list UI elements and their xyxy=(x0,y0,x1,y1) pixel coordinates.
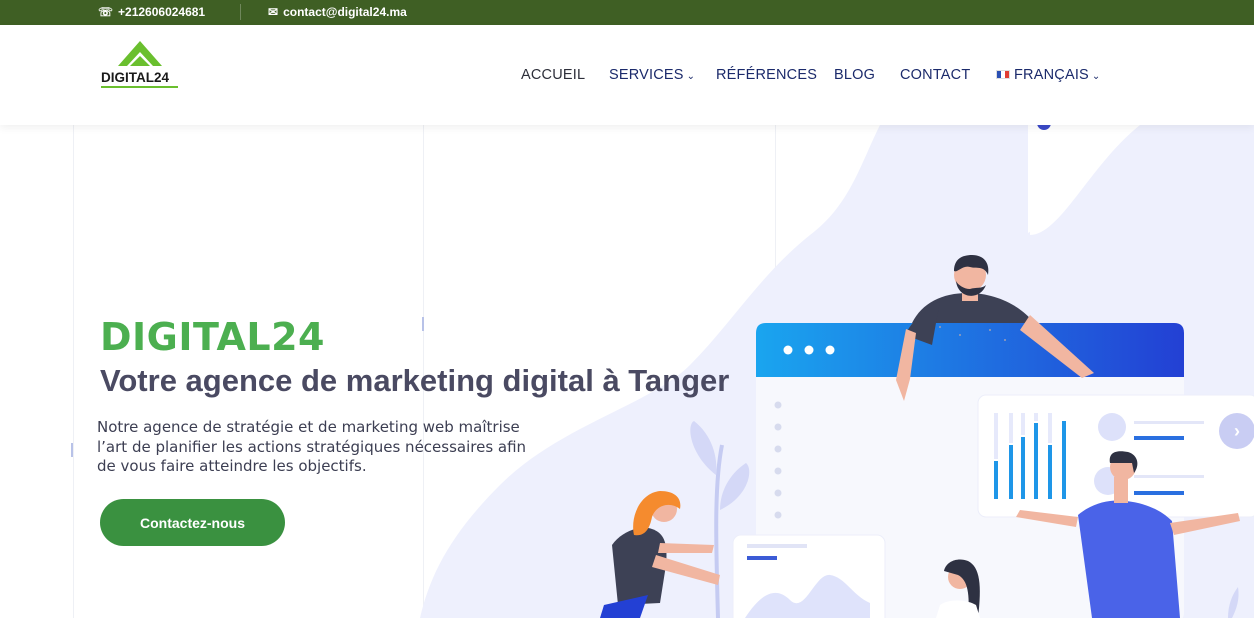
chevron-down-icon: ⌄ xyxy=(1091,71,1101,82)
phone-number: +212606024681 xyxy=(118,5,206,19)
nav-label: SERVICES xyxy=(609,67,684,83)
divider xyxy=(240,4,241,20)
phone-contact[interactable]: ☏ +212606024681 xyxy=(98,5,205,19)
nav-contact[interactable]: CONTACT xyxy=(900,67,970,83)
hero-section: DIGITAL24 Votre agence de marketing digi… xyxy=(0,125,1254,618)
phone-icon: ☏ xyxy=(98,5,114,19)
chevron-down-icon: ⌄ xyxy=(686,71,696,82)
nav-label: ACCUEIL xyxy=(521,67,586,83)
nav-references[interactable]: RÉFÉRENCES xyxy=(716,67,817,83)
hero-description: Notre agence de stratégie et de marketin… xyxy=(97,418,527,475)
slider-next-button[interactable]: › xyxy=(1219,413,1254,449)
nav-label: CONTACT xyxy=(900,67,971,83)
envelope-icon: ✉ xyxy=(268,5,279,19)
nav-language[interactable]: FRANÇAIS ⌄ xyxy=(996,67,1101,83)
nav-label: FRANÇAIS xyxy=(1014,67,1089,83)
chevron-right-icon: › xyxy=(1234,420,1240,441)
french-flag-icon xyxy=(996,69,1010,79)
email-address: contact@digital24.ma xyxy=(283,5,407,19)
hero-title: DIGITAL24 xyxy=(100,315,325,359)
email-contact[interactable]: ✉ contact@digital24.ma xyxy=(268,5,407,19)
contact-button-label: Contactez-nous xyxy=(140,514,245,531)
grid-marker xyxy=(71,443,73,457)
grid-marker xyxy=(422,317,424,331)
main-nav: ACCUEIL SERVICES ⌄ RÉFÉRENCES BLOG CONTAC… xyxy=(0,67,1254,87)
nav-blog[interactable]: BLOG xyxy=(834,67,875,83)
nav-label: RÉFÉRENCES xyxy=(716,67,818,83)
nav-label: BLOG xyxy=(834,67,876,83)
nav-accueil[interactable]: ACCUEIL xyxy=(521,67,585,83)
site-header: DIGITAL24 ACCUEIL SERVICES ⌄ RÉFÉRENCES B… xyxy=(0,25,1254,125)
contact-button[interactable]: Contactez-nous xyxy=(100,499,285,546)
nav-services[interactable]: SERVICES ⌄ xyxy=(609,67,695,83)
hero-subtitle: Votre agence de marketing digital à Tang… xyxy=(100,363,730,398)
top-bar: ☏ +212606024681 ✉ contact@digital24.ma xyxy=(0,0,1254,25)
